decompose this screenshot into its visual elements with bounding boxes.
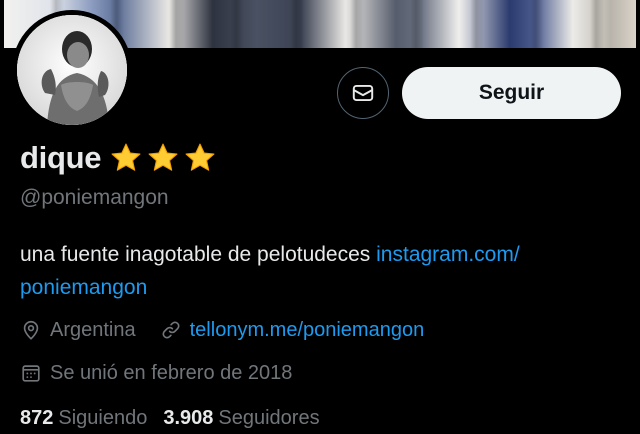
- star-emoji-icon: [185, 143, 215, 171]
- bio-link-part-1: instagram.com/: [376, 243, 520, 266]
- user-handle: @poniemangon: [20, 186, 169, 209]
- location-item: Argentina: [20, 319, 136, 342]
- calendar-icon: [20, 362, 42, 384]
- joined-date-row: Se unió en febrero de 2018: [20, 359, 292, 387]
- avatar-photo: [17, 15, 127, 125]
- follow-button[interactable]: Seguir: [402, 67, 621, 119]
- following-stat[interactable]: 872 Siguiendo: [20, 407, 147, 430]
- followers-count: 3.908: [163, 406, 214, 429]
- location-text: Argentina: [50, 318, 136, 341]
- website-item[interactable]: tellonym.me/poniemangon: [160, 319, 425, 342]
- followers-stat[interactable]: 3.908 Seguidores: [163, 407, 319, 430]
- bio-link-part-2: poniemangon: [20, 276, 148, 299]
- message-button[interactable]: [337, 67, 389, 119]
- website-link[interactable]: tellonym.me/poniemangon: [190, 319, 425, 342]
- link-icon: [160, 319, 182, 341]
- display-name-row: dique: [20, 140, 217, 176]
- location-pin-icon: [20, 319, 42, 341]
- followers-label: Seguidores: [218, 406, 320, 429]
- star-emoji-icon: [148, 143, 178, 171]
- following-count: 872: [20, 406, 54, 429]
- name-badges: [109, 141, 217, 175]
- bio: una fuente inagotable de pelotudeces ins…: [20, 238, 630, 304]
- joined-date-text: Se unió en febrero de 2018: [50, 361, 293, 384]
- envelope-icon: [352, 84, 374, 102]
- following-label: Siguiendo: [58, 406, 148, 429]
- profile-meta: Argentina tellonym.me/poniemangon: [20, 316, 424, 344]
- follow-stats: 872 Siguiendo 3.908 Seguidores: [20, 404, 320, 432]
- star-emoji-icon: [111, 143, 141, 171]
- bio-text: una fuente inagotable de pelotudeces: [20, 243, 377, 266]
- display-name: dique: [20, 140, 102, 175]
- avatar[interactable]: [17, 15, 127, 125]
